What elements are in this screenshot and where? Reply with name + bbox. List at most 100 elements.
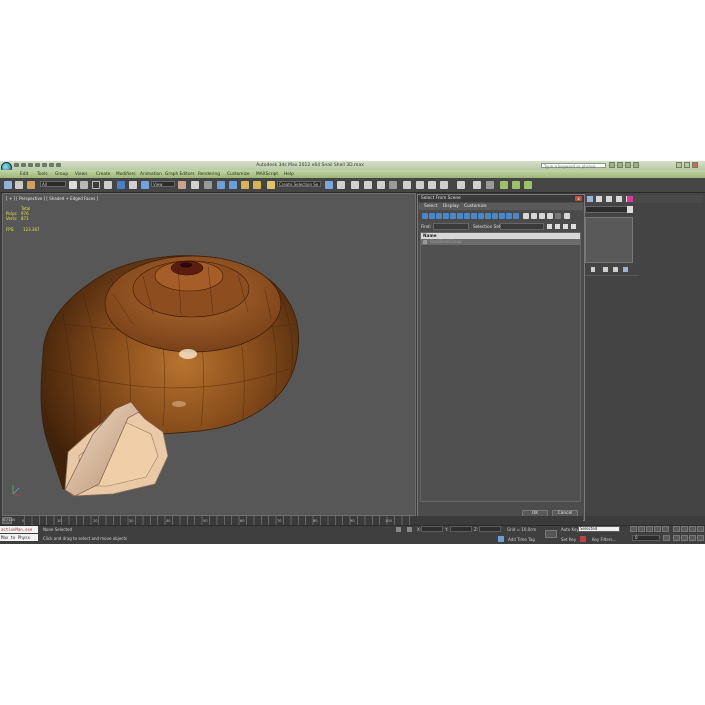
- set-key-mode-icon[interactable]: [545, 530, 557, 538]
- display-cameras-icon[interactable]: [443, 213, 449, 219]
- previous-frame-icon[interactable]: [638, 526, 645, 532]
- lock-selection-icon[interactable]: [396, 527, 401, 532]
- keyboard-shortcut-toggle-icon[interactable]: [204, 181, 212, 189]
- pin-stack-icon[interactable]: [591, 267, 595, 272]
- search-input[interactable]: Type a keyword or phrase: [541, 163, 606, 169]
- find-input[interactable]: [433, 223, 469, 230]
- menu-create[interactable]: Create: [96, 172, 110, 177]
- field-of-view-icon[interactable]: [673, 535, 680, 541]
- scene-object-list[interactable]: Name SnailShellGroup: [420, 232, 581, 502]
- activeshade-icon[interactable]: [473, 181, 481, 189]
- snail-shell-model[interactable]: [3, 194, 416, 516]
- select-by-name-icon[interactable]: [80, 181, 88, 189]
- z-coordinate-field[interactable]: [479, 526, 501, 532]
- time-tag-icon[interactable]: [498, 536, 504, 542]
- selection-set-add-icon[interactable]: [547, 224, 552, 229]
- modifier-list-arrow-icon[interactable]: [627, 206, 633, 213]
- object-color-swatch[interactable]: [627, 196, 633, 202]
- next-frame-icon[interactable]: [654, 526, 661, 532]
- show-end-result-icon[interactable]: [603, 267, 608, 272]
- perspective-viewport[interactable]: [ + ] [ Perspective ] [ Shaded + Edged F…: [2, 193, 416, 516]
- motion-tab-icon[interactable]: [616, 196, 622, 202]
- snaps-toggle-icon[interactable]: [217, 181, 225, 189]
- selection-set-select-icon[interactable]: [571, 224, 576, 229]
- auto-key-button[interactable]: Auto Key: [561, 527, 579, 532]
- display-groups-icon[interactable]: [464, 213, 470, 219]
- select-invert-icon[interactable]: [539, 213, 545, 219]
- timeline[interactable]: 0 / 100 0 10 20 30 40 50 60 70 80 90 100: [0, 516, 583, 525]
- dialog-title[interactable]: Select From Scene: [418, 195, 584, 202]
- maxscript-listener-line2[interactable]: Max to Physx: [0, 534, 38, 541]
- zoom-all-icon[interactable]: [681, 526, 688, 532]
- select-all-icon[interactable]: [523, 213, 529, 219]
- container-close-icon[interactable]: [512, 181, 520, 189]
- select-none-icon[interactable]: [531, 213, 537, 219]
- menu-edit[interactable]: Edit: [20, 172, 28, 177]
- layer-tools-icon[interactable]: [486, 181, 494, 189]
- zoom-extents-icon[interactable]: [689, 526, 696, 532]
- modify-tab-icon[interactable]: [596, 196, 602, 202]
- reference-coord-dropdown[interactable]: View: [151, 181, 175, 187]
- create-tab-icon[interactable]: [587, 196, 593, 202]
- menu-views[interactable]: Views: [75, 172, 87, 177]
- search-icon[interactable]: [609, 162, 615, 168]
- dialog-menu-display[interactable]: Display: [443, 204, 459, 209]
- selection-set-edit-icon[interactable]: [563, 224, 568, 229]
- modifier-list-dropdown[interactable]: [585, 206, 633, 213]
- container-open-icon[interactable]: [500, 181, 508, 189]
- graphite-modeling-tools-icon[interactable]: [364, 181, 372, 189]
- current-frame-field[interactable]: 0: [632, 535, 660, 541]
- maxscript-listener-line1[interactable]: actionMan.exe: [0, 526, 38, 533]
- display-none-icon[interactable]: [513, 213, 519, 219]
- schematic-view-icon[interactable]: [389, 181, 397, 189]
- menu-animation[interactable]: Animation: [140, 172, 162, 177]
- display-space-warps-icon[interactable]: [457, 213, 463, 219]
- minimize-button[interactable]: [676, 162, 682, 168]
- dialog-menu-select[interactable]: Select: [424, 204, 437, 209]
- dialog-close-button[interactable]: x: [575, 196, 582, 201]
- select-object-icon[interactable]: [69, 181, 77, 189]
- select-and-move-icon[interactable]: [117, 181, 125, 189]
- go-to-end-icon[interactable]: [662, 526, 669, 532]
- display-containers-icon[interactable]: [485, 213, 491, 219]
- select-link-icon[interactable]: [4, 181, 12, 189]
- selection-set-dropdown[interactable]: [500, 223, 544, 230]
- mirror-icon[interactable]: [325, 181, 333, 189]
- close-button[interactable]: [692, 162, 698, 168]
- command-panel-tabs[interactable]: [585, 195, 703, 203]
- container-update-icon[interactable]: [524, 181, 532, 189]
- pan-view-icon[interactable]: [681, 535, 688, 541]
- render-setup-icon[interactable]: [416, 181, 424, 189]
- display-shapes-icon[interactable]: [429, 213, 435, 219]
- edit-named-selection-icon[interactable]: [267, 181, 275, 189]
- add-time-tag[interactable]: Add Time Tag: [508, 537, 535, 542]
- fetch-icon[interactable]: [56, 163, 61, 167]
- layer-manager-icon[interactable]: [351, 181, 359, 189]
- subscription-icon[interactable]: [617, 162, 623, 168]
- hierarchy-tab-icon[interactable]: [606, 196, 612, 202]
- go-to-start-icon[interactable]: [630, 526, 637, 532]
- redo-icon[interactable]: [42, 163, 47, 167]
- select-and-rotate-icon[interactable]: [129, 181, 137, 189]
- menu-modifiers[interactable]: Modifiers: [116, 172, 136, 177]
- make-unique-icon[interactable]: [613, 267, 618, 272]
- percent-snap-icon[interactable]: [241, 181, 249, 189]
- render-iterative-icon[interactable]: [457, 181, 465, 189]
- new-file-icon[interactable]: [14, 163, 19, 167]
- menu-help[interactable]: Help: [284, 172, 294, 177]
- hold-icon[interactable]: [49, 163, 54, 167]
- filter-icon[interactable]: [555, 213, 561, 219]
- selection-set-remove-icon[interactable]: [555, 224, 560, 229]
- help-icon[interactable]: [633, 162, 639, 168]
- menu-graph-editors[interactable]: Graph Editors: [165, 172, 195, 177]
- key-filters-button[interactable]: Key Filters...: [592, 537, 616, 542]
- display-frozen-icon[interactable]: [492, 213, 498, 219]
- configure-modifier-sets-icon[interactable]: [623, 267, 628, 272]
- configure-columns-icon[interactable]: [564, 213, 570, 219]
- modifier-stack[interactable]: [585, 217, 633, 263]
- time-config-icon[interactable]: [663, 535, 670, 541]
- spinner-snap-icon[interactable]: [253, 181, 261, 189]
- menu-rendering[interactable]: Rendering: [198, 172, 220, 177]
- menu-group[interactable]: Group: [55, 172, 68, 177]
- menu-maxscript[interactable]: MAXScript: [256, 172, 278, 177]
